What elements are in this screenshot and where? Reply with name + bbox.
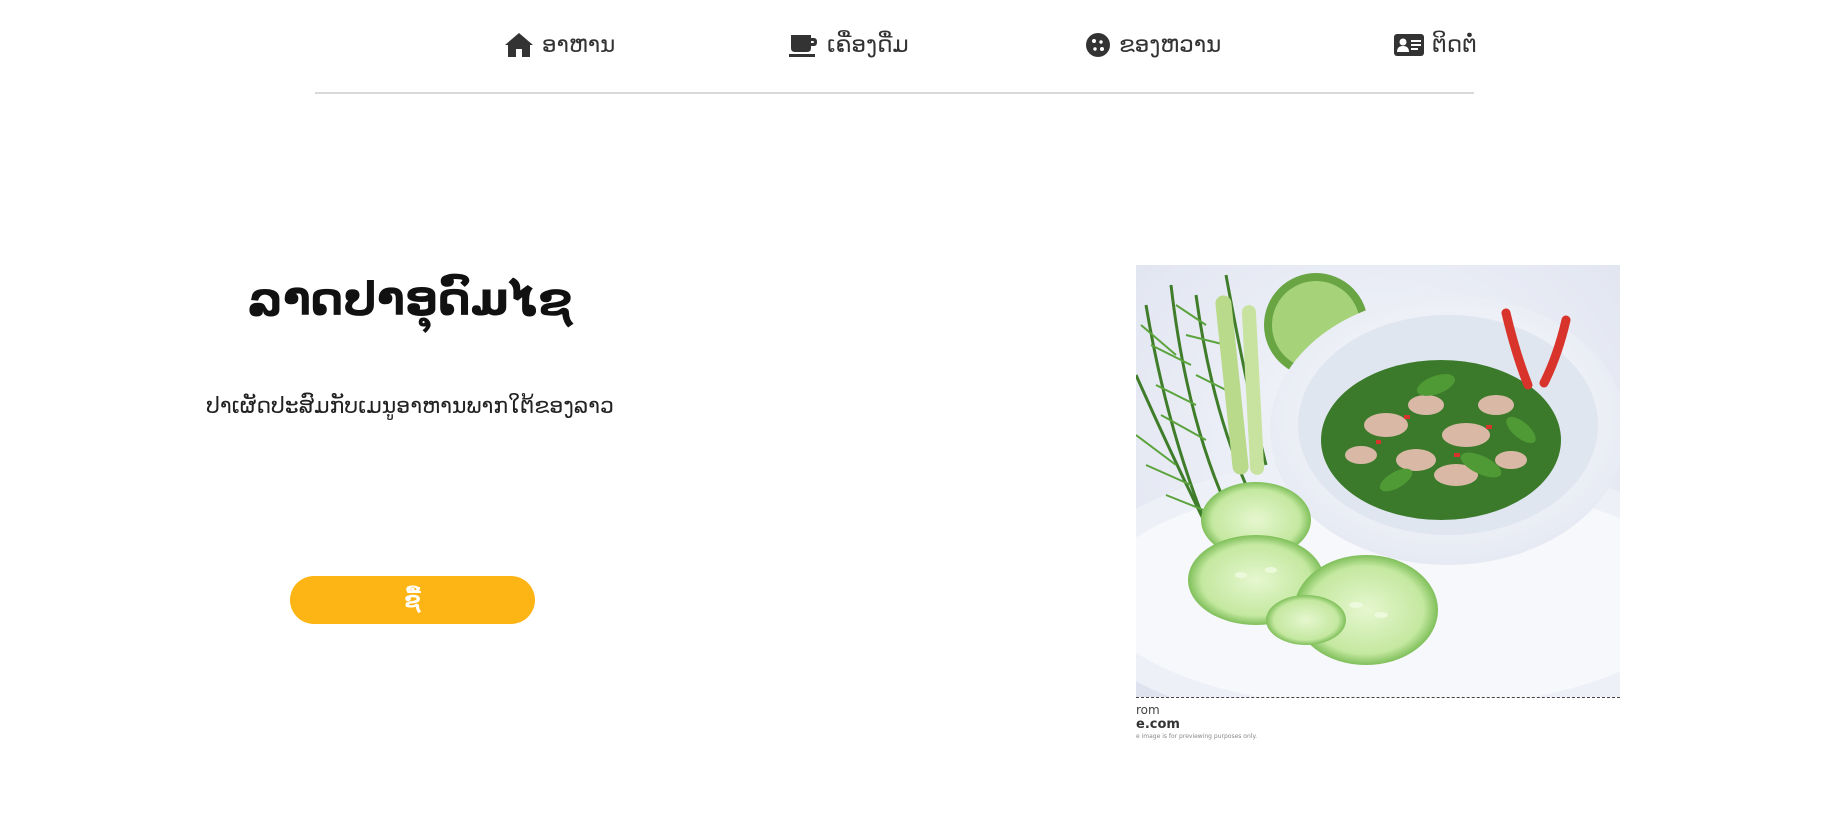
stock-footer-line1: rom [1136,703,1160,717]
laap-salad-photo [1136,265,1620,735]
page: ອາຫານ ເຄື່ອງດື່ມ ຂອງຫວານ ຕິດຕໍ່ ລາດປາອຸດ… [0,0,1834,839]
nav-label-contact: ຕິດຕໍ່ [1432,32,1477,58]
product-description: ປາເຜັດປະສົມກັບເມນູອາຫານພາກໃຕ້ຂອງລາວ [206,394,614,419]
nav-label-desserts: ຂອງຫວານ [1119,32,1222,58]
stock-watermark-footer: rom e.com e image is for previewing purp… [1136,697,1620,740]
nav-label-food: ອາຫານ [542,32,616,58]
product-image: rom e.com e image is for previewing purp… [1136,265,1620,740]
stock-footer-line3: e image is for previewing purposes only. [1136,733,1258,740]
home-icon [504,32,534,58]
coffee-cup-icon [789,32,819,58]
buy-button[interactable]: ຊື້ [290,576,535,624]
nav-item-food[interactable]: ອາຫານ [504,28,615,62]
product-title: ລາດປາອຸດົມໄຊ [247,272,573,326]
cookie-icon [1085,32,1111,58]
top-nav: ອາຫານ ເຄື່ອງດື່ມ ຂອງຫວານ ຕິດຕໍ່ [315,0,1477,94]
nav-item-drinks[interactable]: ເຄື່ອງດື່ມ [789,28,909,62]
nav-label-drinks: ເຄື່ອງດື່ມ [827,32,909,58]
nav-item-desserts[interactable]: ຂອງຫວານ [1085,28,1221,62]
nav-item-contact[interactable]: ຕິດຕໍ່ [1394,28,1477,62]
contact-card-icon [1394,33,1424,57]
stock-footer-line2: e.com [1136,717,1180,732]
